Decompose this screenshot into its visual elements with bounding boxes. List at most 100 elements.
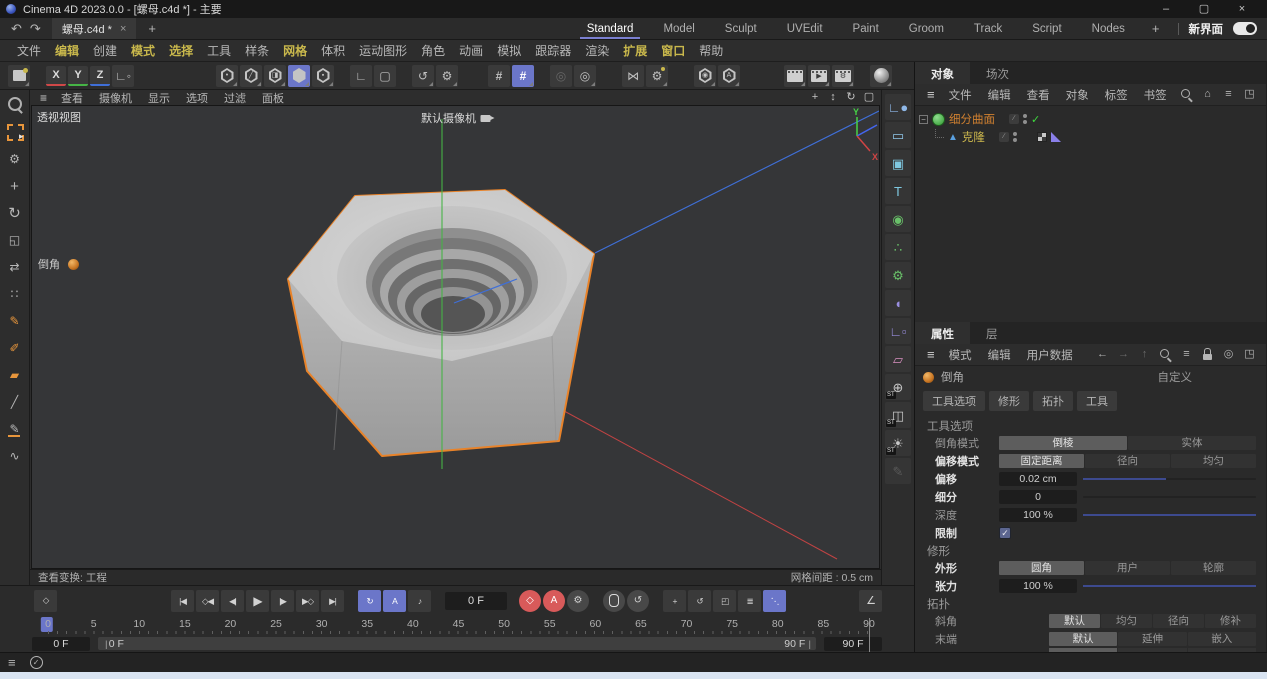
filter-icon[interactable]: ≡ <box>1180 348 1193 361</box>
hex-nut-model[interactable] <box>288 190 594 456</box>
light-icon[interactable]: ☀ST <box>885 430 911 456</box>
option-固定距离[interactable]: 固定距离 <box>999 454 1084 468</box>
home-icon[interactable]: ⌂ <box>1201 88 1214 101</box>
range-handle-right[interactable]: || <box>805 639 812 649</box>
mouse-record-icon[interactable] <box>603 590 625 612</box>
texture-mode-icon[interactable]: ▪ <box>312 65 334 87</box>
viewport-menu-item-选项[interactable]: 选项 <box>178 90 216 106</box>
render-picture-viewer-icon[interactable]: ▶ <box>808 65 830 87</box>
object-manager-menu-item-标签[interactable]: 标签 <box>1097 87 1136 103</box>
menubar-item-样条[interactable]: 样条 <box>238 42 276 59</box>
spline-pen-icon[interactable]: ✎ <box>2 308 28 334</box>
layout-tabs-item-Nodes[interactable]: Nodes <box>1077 18 1140 39</box>
z-axis-lock-button[interactable]: Z <box>90 66 110 86</box>
section-shaping[interactable]: 修形 <box>915 542 1266 559</box>
viewport-menu-item-过滤[interactable]: 过滤 <box>216 90 254 106</box>
workplane-icon[interactable]: ▢ <box>374 65 396 87</box>
axis-mode-icon[interactable]: ∟ <box>350 65 372 87</box>
layout-tabs-item-Groom[interactable]: Groom <box>894 18 959 39</box>
popout-icon[interactable]: ◳ <box>1243 348 1256 361</box>
sketch-pen-icon[interactable]: ✐ <box>2 335 28 361</box>
viewport-canvas[interactable]: Y Z X 透视视图 默认摄像机 倒角 <box>31 105 880 569</box>
back-icon[interactable]: ← <box>1096 348 1109 361</box>
option-圆角[interactable]: 圆角 <box>999 561 1084 575</box>
attribute-manager-menu-item-编辑[interactable]: 编辑 <box>980 347 1019 363</box>
menubar-item-渲染[interactable]: 渲染 <box>578 42 616 59</box>
option-径向[interactable]: 径向 <box>1085 454 1170 468</box>
edit-disabled-icon[interactable]: ✎ <box>885 458 911 484</box>
viewport-menu-icon[interactable]: ≡ <box>34 91 53 105</box>
section-tool-options[interactable]: 工具选项 <box>915 417 1266 434</box>
live-selection-icon[interactable] <box>2 119 28 145</box>
offset-input[interactable]: 0.02 cm <box>999 472 1077 486</box>
object-manager-menu-item-查看[interactable]: 查看 <box>1019 87 1058 103</box>
tension-input[interactable]: 100 % <box>999 579 1077 593</box>
goto-start-icon[interactable]: |◀ <box>171 590 194 612</box>
menubar-item-动画[interactable]: 动画 <box>452 42 490 59</box>
spline-primitive-icon[interactable]: ▭ <box>885 122 911 148</box>
attribute-manager-tabs-item-属性[interactable]: 属性 <box>915 322 970 344</box>
record-scale-icon[interactable]: ◰ <box>713 590 736 612</box>
tension-slider[interactable] <box>1083 585 1256 587</box>
polygon-pair-icon[interactable]: ▱ <box>885 346 911 372</box>
render-settings-icon[interactable]: ⚙ <box>832 65 854 87</box>
attribute-tab-buttons-item-工具选项[interactable]: 工具选项 <box>923 391 985 411</box>
phong-tag-icon[interactable] <box>1051 132 1061 142</box>
object-manager-menu-item-书签[interactable]: 书签 <box>1136 87 1175 103</box>
search-icon[interactable] <box>1180 88 1193 101</box>
range-start-field[interactable]: 0 F <box>32 637 90 651</box>
status-ok-icon[interactable]: ✓ <box>30 656 43 669</box>
render-box-icon[interactable] <box>8 65 30 87</box>
radial-off-icon[interactable]: ◎ <box>550 65 572 87</box>
menubar-item-跟踪器[interactable]: 跟踪器 <box>528 42 578 59</box>
option-实体[interactable]: 实体 <box>1128 436 1256 450</box>
option-轮廓[interactable]: 轮廓 <box>1171 561 1256 575</box>
grid-snap-lock-icon[interactable]: # <box>512 65 534 87</box>
close-tab-icon[interactable]: × <box>120 23 126 35</box>
option-径向[interactable]: 径向 <box>1153 614 1204 628</box>
layout-tabs-item-UVEdit[interactable]: UVEdit <box>772 18 838 39</box>
set-keyframe-icon[interactable]: ◇ <box>34 590 57 612</box>
depth-input[interactable]: 100 % <box>999 508 1077 522</box>
x-axis-lock-button[interactable]: X <box>46 66 66 86</box>
primitive-cube-icon[interactable]: ▣ <box>885 150 911 176</box>
symmetry-icon[interactable]: ⋈ <box>622 65 644 87</box>
maximize-icon[interactable]: ▢ <box>1185 3 1223 15</box>
layout-tabs-item-Sculpt[interactable]: Sculpt <box>710 18 772 39</box>
option-均匀[interactable]: 均匀 <box>1101 614 1152 628</box>
polygon-pen-icon[interactable]: ▰ <box>2 362 28 388</box>
attribute-manager-menu-item-用户数据[interactable]: 用户数据 <box>1019 347 1081 363</box>
close-icon[interactable]: × <box>1223 3 1261 15</box>
solo-a-icon[interactable]: A <box>718 65 740 87</box>
option-均匀[interactable]: 均匀 <box>1171 454 1256 468</box>
undo-icon[interactable]: ↶ <box>8 21 25 36</box>
option-用户[interactable]: 用户 <box>1085 561 1170 575</box>
material-ball-icon[interactable] <box>870 65 892 87</box>
subdivision-slider[interactable] <box>1083 496 1256 498</box>
spline-pen-icon[interactable]: ∟● <box>885 94 911 120</box>
next-frame-icon[interactable]: |▶ <box>271 590 294 612</box>
next-key-icon[interactable]: ▶◇ <box>296 590 319 612</box>
option-默认[interactable]: 默认 <box>1049 632 1117 646</box>
current-frame-field[interactable]: 0 F <box>445 592 507 610</box>
timeline-ruler[interactable]: 051015202530354045505560657075808590 <box>48 616 869 636</box>
autokey-range-icon[interactable]: A <box>383 590 406 612</box>
layout-tabs-item-Standard[interactable]: Standard <box>572 18 649 39</box>
new-ui-toggle[interactable] <box>1233 22 1257 35</box>
enabled-check-icon[interactable]: ✓ <box>1031 113 1040 126</box>
brush-icon[interactable]: ╱ <box>2 389 28 415</box>
grid-icon[interactable]: # <box>488 65 510 87</box>
camera-label[interactable]: 默认摄像机 <box>421 110 490 126</box>
loop-icon[interactable]: ↻ <box>358 590 381 612</box>
menubar-item-角色[interactable]: 角色 <box>414 42 452 59</box>
axis-cube-icon[interactable]: ∟▫ <box>885 318 911 344</box>
menubar-item-工具[interactable]: 工具 <box>200 42 238 59</box>
goto-end-icon[interactable]: ▶| <box>321 590 344 612</box>
option-修补[interactable]: 修补 <box>1205 614 1256 628</box>
record-rotation-icon[interactable]: ↺ <box>688 590 711 612</box>
prev-frame-icon[interactable]: ◀| <box>221 590 244 612</box>
option-默认[interactable]: 默认 <box>1049 614 1100 628</box>
edges-mode-icon[interactable]: ╱ <box>240 65 262 87</box>
render-view-icon[interactable] <box>784 65 806 87</box>
transfer-icon[interactable]: ⇄ <box>2 254 28 280</box>
